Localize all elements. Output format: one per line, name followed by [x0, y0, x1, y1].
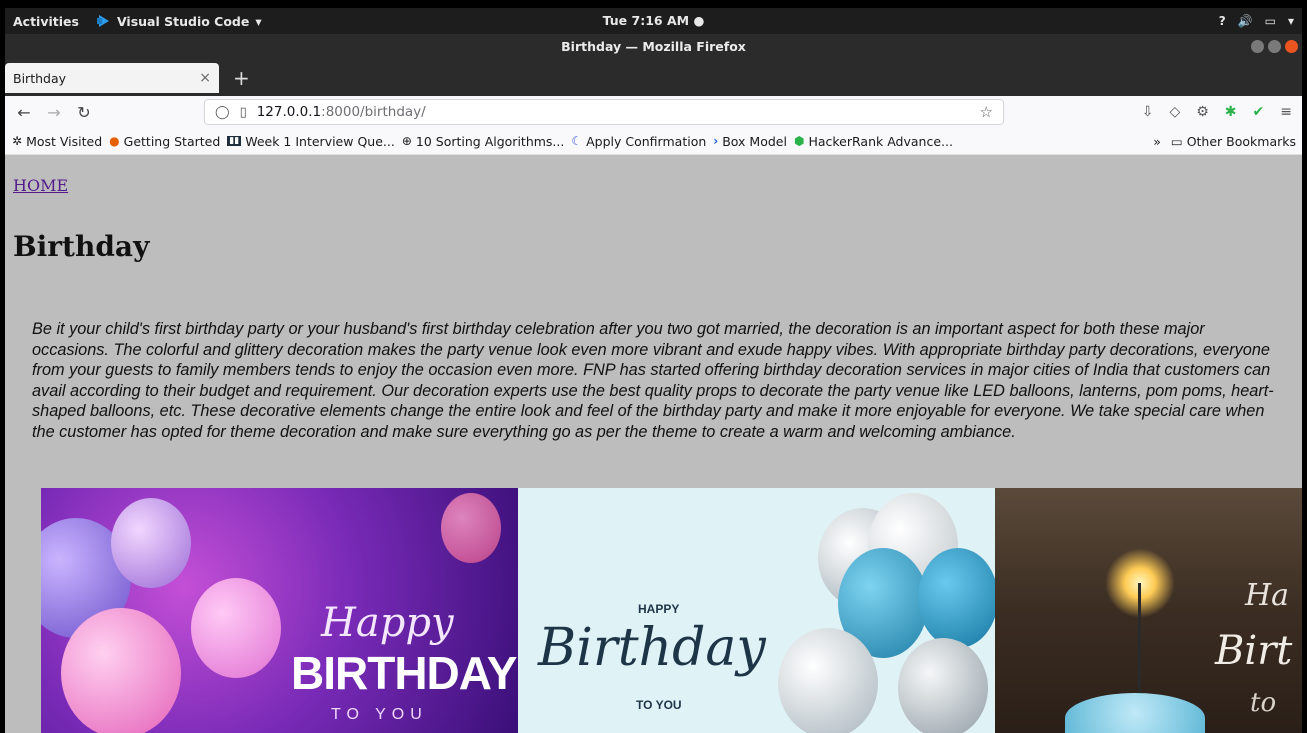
- minimize-button[interactable]: [1251, 40, 1264, 53]
- bookmark-box-model[interactable]: › Box Model: [713, 134, 787, 149]
- battery-icon: ▭: [1264, 14, 1276, 28]
- bookmarks-right: » ▭ Other Bookmarks: [1153, 128, 1296, 154]
- image-1-line1: Happy: [321, 600, 454, 646]
- bookmark-label: HackerRank Advance...: [808, 133, 953, 149]
- other-bookmarks[interactable]: ▭ Other Bookmarks: [1171, 134, 1296, 149]
- home-link[interactable]: HOME: [13, 176, 68, 195]
- balloon-shape: [441, 493, 501, 563]
- volume-icon: 🔊: [1237, 14, 1253, 28]
- toolbar-right: ⇩ ◇ ⚙ ✱ ✔ ≡: [1142, 96, 1292, 128]
- bookmark-label: 10 Sorting Algorithms...: [415, 133, 565, 149]
- extension-icon[interactable]: ⚙: [1196, 104, 1209, 120]
- bookmarks-overflow-button[interactable]: »: [1153, 134, 1161, 149]
- app-menu[interactable]: Visual Studio Code ▾: [91, 14, 262, 29]
- image-2-line1: HAPPY: [638, 602, 680, 616]
- back-button[interactable]: ←: [13, 103, 35, 122]
- image-3-line2: Birt: [1215, 628, 1293, 674]
- image-3-line1: Ha: [1245, 578, 1290, 613]
- balloon-shape: [778, 628, 878, 733]
- downloads-icon[interactable]: ⇩: [1142, 104, 1154, 120]
- description-paragraph: Be it your child's first birthday party …: [32, 320, 1274, 441]
- firefox-icon: ●: [109, 134, 120, 148]
- interview-icon: ▮▮: [227, 136, 242, 146]
- bookmark-label: Getting Started: [123, 133, 221, 149]
- tab-birthday[interactable]: Birthday ×: [5, 63, 219, 93]
- check-icon[interactable]: ✔: [1253, 104, 1265, 120]
- chevron-down-icon: ▾: [255, 13, 262, 29]
- bookmark-label: Most Visited: [26, 133, 103, 149]
- hackerrank-icon: ⬢: [793, 134, 805, 148]
- image-3-line3: to: [1250, 688, 1277, 718]
- reload-button[interactable]: ↻: [73, 103, 95, 122]
- folder-icon: ▭: [1170, 133, 1187, 149]
- shield-icon[interactable]: ◯: [215, 105, 230, 120]
- navigation-toolbar: ← → ↻ ◯ ▯ 127.0.0.1:8000/birthday/ ☆ ⇩ ◇…: [5, 96, 1302, 128]
- balloon-shape: [918, 548, 995, 648]
- page-icon: ▯: [239, 104, 247, 120]
- tab-strip: Birthday × +: [5, 60, 1302, 96]
- chevron-down-icon: ▾: [1287, 14, 1294, 28]
- screen: Activities Visual Studio Code ▾ Tue 7:16…: [5, 8, 1302, 733]
- birthday-image-3: Ha Birt to: [995, 488, 1302, 733]
- system-top-bar: Activities Visual Studio Code ▾ Tue 7:16…: [5, 8, 1302, 34]
- activities-button[interactable]: Activities: [5, 14, 91, 29]
- terminal-icon: ›: [713, 134, 719, 148]
- page-title: Birthday: [13, 230, 150, 263]
- web-page: HOME Birthday Be it your child's first b…: [5, 168, 1302, 733]
- birthday-image-1: Happy BIRTHDAY TO YOU: [41, 488, 518, 733]
- balloon-shape: [111, 498, 191, 588]
- birthday-image-2: HAPPY Birthday TO YOU: [518, 488, 995, 733]
- extension-puzzle-icon[interactable]: ✱: [1225, 104, 1237, 120]
- balloon-shape: [898, 638, 988, 733]
- url-path: :8000/birthday/: [321, 104, 426, 120]
- window-title: Birthday — Mozilla Firefox: [561, 39, 746, 54]
- maximize-button[interactable]: [1268, 40, 1281, 53]
- window-controls: [1251, 40, 1298, 53]
- gear-icon: ✲: [12, 134, 23, 148]
- image-1-line3: TO YOU: [331, 706, 428, 723]
- window-titlebar: Birthday — Mozilla Firefox: [5, 34, 1302, 60]
- balloon-shape: [191, 578, 281, 678]
- bookmark-hackerrank[interactable]: ⬢ HackerRank Advance...: [794, 134, 953, 149]
- vscode-icon: [96, 14, 111, 28]
- image-2-line2: Birthday: [538, 618, 766, 678]
- bookmarks-toolbar: ✲ Most Visited ● Getting Started ▮▮ Week 1 …: [5, 128, 1302, 155]
- menu-icon[interactable]: ≡: [1280, 104, 1292, 120]
- image-gallery: Happy BIRTHDAY TO YOU HAPPY Birthday TO …: [41, 488, 1302, 733]
- other-bookmarks-label: Other Bookmarks: [1186, 133, 1296, 149]
- moon-icon: ☾: [571, 134, 583, 148]
- bookmark-sorting[interactable]: ⊕ 10 Sorting Algorithms...: [402, 134, 565, 149]
- close-tab-icon[interactable]: ×: [199, 70, 211, 86]
- bookmark-label: Apply Confirmation: [586, 133, 707, 149]
- bookmark-label: Box Model: [722, 133, 787, 149]
- globe-icon: ⊕: [401, 134, 412, 148]
- pocket-icon[interactable]: ◇: [1169, 104, 1180, 120]
- forward-button[interactable]: →: [43, 103, 65, 122]
- bookmark-getting-started[interactable]: ● Getting Started: [109, 134, 220, 149]
- bookmark-label: Week 1 Interview Que...: [245, 133, 395, 149]
- new-tab-button[interactable]: +: [219, 66, 250, 96]
- url-bar[interactable]: ◯ ▯ 127.0.0.1:8000/birthday/ ☆: [204, 99, 1004, 125]
- image-1-line2: BIRTHDAY: [291, 647, 517, 699]
- image-2-line3: TO YOU: [636, 698, 682, 712]
- system-tray[interactable]: ? 🔊 ▭ ▾: [1219, 8, 1294, 34]
- balloon-shape: [61, 608, 181, 733]
- app-name: Visual Studio Code: [116, 13, 250, 29]
- sparkler-stick: [1138, 583, 1141, 703]
- help-icon: ?: [1218, 14, 1226, 28]
- cupcake-frosting: [1065, 693, 1205, 733]
- bookmark-most-visited[interactable]: ✲ Most Visited: [12, 134, 102, 149]
- bookmark-star-icon[interactable]: ☆: [980, 103, 993, 121]
- bookmark-apply-confirmation[interactable]: ☾ Apply Confirmation: [571, 134, 706, 149]
- bookmark-week-1[interactable]: ▮▮ Week 1 Interview Que...: [227, 134, 395, 149]
- tab-label: Birthday: [13, 70, 67, 86]
- url-host: 127.0.0.1: [256, 104, 322, 120]
- clock[interactable]: Tue 7:16 AM: [603, 13, 689, 28]
- notification-dot-icon: ●: [693, 13, 705, 28]
- close-window-button[interactable]: [1285, 40, 1298, 53]
